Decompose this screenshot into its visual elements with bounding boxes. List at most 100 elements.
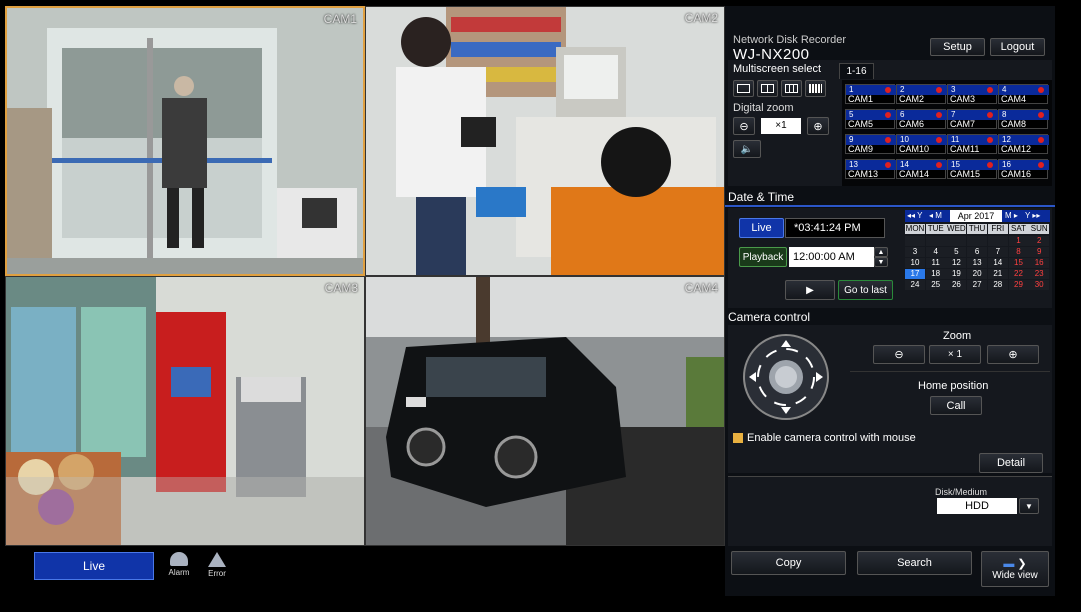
camera-select-tile[interactable]: 2 CAM2 xyxy=(896,84,947,104)
calendar-day[interactable]: 10 xyxy=(905,258,925,268)
live-mode-button[interactable]: Live xyxy=(739,218,784,238)
layout-4-button[interactable] xyxy=(757,80,778,97)
go-to-last-button[interactable]: Go to last xyxy=(838,280,893,300)
home-call-button[interactable]: Call xyxy=(930,396,982,415)
record-status-icon xyxy=(987,162,993,168)
detail-button[interactable]: Detail xyxy=(979,453,1043,473)
ptz-pad[interactable] xyxy=(743,334,829,420)
search-button[interactable]: Search xyxy=(857,551,972,575)
record-status-icon xyxy=(987,137,993,143)
calendar-day[interactable]: 18 xyxy=(925,269,946,279)
calendar-day[interactable]: 21 xyxy=(987,269,1008,279)
camera-select-tile[interactable]: 3 CAM3 xyxy=(947,84,998,104)
zoom-out-icon: ⊖ xyxy=(739,120,749,133)
calendar-day[interactable]: 2 xyxy=(1029,236,1050,246)
calendar-day[interactable]: 15 xyxy=(1008,258,1029,268)
time-down-button[interactable]: ▼ xyxy=(874,257,888,267)
calendar-day[interactable]: 23 xyxy=(1029,269,1050,279)
calendar-day[interactable]: 17 xyxy=(905,269,925,279)
calendar-day[interactable]: 22 xyxy=(1008,269,1029,279)
camera-tile-cam3[interactable]: CAM3 xyxy=(5,276,365,546)
calendar-day[interactable]: 16 xyxy=(1029,258,1050,268)
time-up-button[interactable]: ▲ xyxy=(874,247,888,257)
calendar-day[interactable]: 9 xyxy=(1029,247,1050,257)
calendar-day[interactable]: 27 xyxy=(967,280,988,290)
live-button[interactable]: Live xyxy=(34,552,154,580)
calendar-day[interactable]: 6 xyxy=(967,247,988,257)
calendar-day[interactable]: 14 xyxy=(987,258,1008,268)
calendar-day[interactable]: 30 xyxy=(1029,280,1050,290)
camera-select-tile[interactable]: 13 CAM13 xyxy=(845,159,896,179)
calendar-day[interactable]: 4 xyxy=(925,247,946,257)
calendar-day[interactable]: 3 xyxy=(905,247,925,257)
calendar-day[interactable]: 7 xyxy=(987,247,1008,257)
calendar-day[interactable]: 1 xyxy=(1008,236,1029,246)
calendar-day[interactable]: 24 xyxy=(905,280,925,290)
camera-select-tile[interactable]: 1 CAM1 xyxy=(845,84,896,104)
wide-view-button[interactable]: ▬ ❯ Wide view xyxy=(981,551,1049,587)
page-tab-1-16[interactable]: 1-16 xyxy=(839,63,874,79)
play-button[interactable]: ▶ xyxy=(785,280,835,300)
playback-button[interactable]: Playback xyxy=(739,247,787,267)
camera-select-tile[interactable]: 8 CAM8 xyxy=(998,109,1049,129)
camera-tile-cam2[interactable]: CAM2 xyxy=(365,6,725,276)
calendar-day xyxy=(987,236,1008,246)
disk-dropdown-button[interactable]: ▼ xyxy=(1019,498,1039,514)
tile-camera-name: CAM1 xyxy=(848,94,874,104)
camera-tile-cam4[interactable]: CAM4 xyxy=(365,276,725,546)
ptz-zoom-value-button[interactable]: × 1 xyxy=(929,345,981,364)
calendar-prev-month-button[interactable]: ◂ M xyxy=(929,211,942,220)
camera-select-tile[interactable]: 6 CAM6 xyxy=(896,109,947,129)
layout-16-button[interactable] xyxy=(805,80,826,97)
copy-button[interactable]: Copy xyxy=(731,551,846,575)
calendar-day[interactable]: 5 xyxy=(946,247,967,257)
camera-select-tile[interactable]: 11 CAM11 xyxy=(947,134,998,154)
error-indicator[interactable]: Error xyxy=(200,550,234,584)
record-status-icon xyxy=(987,112,993,118)
camera-tile-cam1[interactable]: CAM1 xyxy=(5,6,365,276)
calendar-day[interactable]: 19 xyxy=(946,269,967,279)
status-bar: Live Alarm Error xyxy=(30,548,240,584)
logout-button[interactable]: Logout xyxy=(990,38,1045,56)
calendar-day[interactable]: 8 xyxy=(1008,247,1029,257)
calendar-day[interactable]: 13 xyxy=(967,258,988,268)
audio-button[interactable]: 🔈 xyxy=(733,140,761,158)
calendar-day[interactable]: 29 xyxy=(1008,280,1029,290)
camera-select-tile[interactable]: 9 CAM9 xyxy=(845,134,896,154)
calendar-next-year-button[interactable]: Y ▸▸ xyxy=(1025,211,1040,220)
calendar-day[interactable]: 28 xyxy=(987,280,1008,290)
camera-select-tile[interactable]: 5 CAM5 xyxy=(845,109,896,129)
enable-mouse-control[interactable]: Enable camera control with mouse xyxy=(733,432,916,444)
setup-button[interactable]: Setup xyxy=(930,38,985,56)
calendar-day[interactable]: 12 xyxy=(946,258,967,268)
camera-select-tile[interactable]: 7 CAM7 xyxy=(947,109,998,129)
alarm-indicator[interactable]: Alarm xyxy=(162,550,196,584)
zoom-out-button[interactable]: ⊖ xyxy=(733,117,755,135)
calendar-prev-year-button[interactable]: ◂◂ Y xyxy=(907,211,922,220)
calendar-day[interactable]: 25 xyxy=(925,280,946,290)
record-status-icon xyxy=(936,162,942,168)
cam2-label: CAM2 xyxy=(684,11,718,25)
zoom-in-button[interactable]: ⊕ xyxy=(807,117,829,135)
camera-select-tile[interactable]: 14 CAM14 xyxy=(896,159,947,179)
calendar-next-month-button[interactable]: M ▸ xyxy=(1005,211,1018,220)
camera-select-tile[interactable]: 15 CAM15 xyxy=(947,159,998,179)
checkbox-checked-icon[interactable] xyxy=(733,433,743,444)
disk-medium-select[interactable]: HDD xyxy=(937,498,1017,514)
layout-9-button[interactable] xyxy=(781,80,802,97)
ptz-zoom-out-button[interactable]: ⊖ xyxy=(873,345,925,364)
playback-time-input[interactable]: 12:00:00 AM xyxy=(789,247,874,267)
layout-1-button[interactable] xyxy=(733,80,754,97)
ptz-zoom-in-button[interactable]: ⊕ xyxy=(987,345,1039,364)
calendar-day[interactable]: 11 xyxy=(925,258,946,268)
camera-select-tile[interactable]: 12 CAM12 xyxy=(998,134,1049,154)
calendar-day xyxy=(967,236,988,246)
camera-select-tile[interactable]: 16 CAM16 xyxy=(998,159,1049,179)
calendar-day[interactable]: 26 xyxy=(946,280,967,290)
camera-select-tile[interactable]: 10 CAM10 xyxy=(896,134,947,154)
camera-select-tile[interactable]: 4 CAM4 xyxy=(998,84,1049,104)
ptz-arrows-icon xyxy=(749,340,823,414)
calendar-day xyxy=(905,236,925,246)
tile-camera-name: CAM5 xyxy=(848,119,874,129)
calendar-day[interactable]: 20 xyxy=(967,269,988,279)
